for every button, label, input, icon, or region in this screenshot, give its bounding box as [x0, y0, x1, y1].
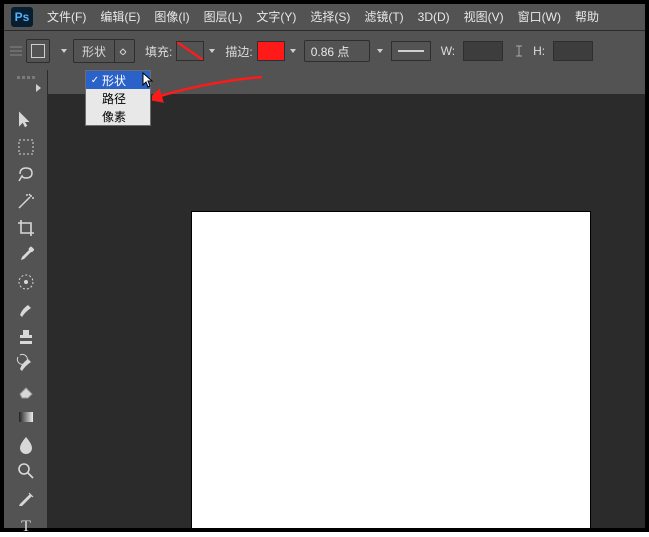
menu-item[interactable]: 图像(I)	[147, 4, 196, 30]
tool-indicator-dropdown-icon[interactable]	[61, 49, 67, 53]
menu-items: 文件(F)编辑(E)图像(I)图层(L)文字(Y)选择(S)滤镜(T)3D(D)…	[40, 4, 606, 30]
optionbar-grip[interactable]	[10, 46, 22, 56]
collapse-panel-icon[interactable]	[36, 84, 41, 92]
shape-mode-dropdown: ✓形状路径像素	[85, 70, 151, 126]
stroke-width-input[interactable]: 0.86 点	[304, 40, 370, 62]
fill-dropdown-icon[interactable]	[209, 49, 215, 53]
menu-item[interactable]: 图层(L)	[197, 4, 250, 30]
menu-item[interactable]: 选择(S)	[303, 4, 357, 30]
stroke-width-value: 0.86 点	[311, 43, 350, 60]
dodge-tool[interactable]	[12, 459, 40, 483]
dropdown-item-label: 路径	[102, 90, 126, 107]
eraser-tool[interactable]	[12, 378, 40, 402]
dropdown-item-label: 形状	[102, 72, 126, 89]
brush-tool[interactable]	[12, 297, 40, 321]
check-icon: ✓	[90, 75, 100, 86]
magic-wand-tool[interactable]	[12, 189, 40, 213]
link-wh-icon[interactable]	[513, 44, 525, 58]
canvas-area	[48, 94, 645, 528]
workspace: 未标 %(RGB/8) × T	[4, 70, 645, 528]
height-label: H:	[533, 44, 545, 58]
svg-text:Ps: Ps	[15, 10, 30, 24]
stroke-width-dropdown-icon[interactable]	[377, 49, 383, 53]
dropdown-item[interactable]: 像素	[86, 107, 150, 125]
menu-item[interactable]: 3D(D)	[411, 4, 457, 30]
dropdown-item[interactable]: 路径	[86, 89, 150, 107]
eyedropper-tool[interactable]	[12, 243, 40, 267]
app-logo: Ps	[10, 7, 34, 27]
document-canvas[interactable]	[191, 211, 591, 529]
stroke-swatch[interactable]	[257, 41, 285, 61]
healing-brush-tool[interactable]	[12, 270, 40, 294]
menu-item[interactable]: 文件(F)	[40, 4, 93, 30]
menu-item[interactable]: 滤镜(T)	[357, 4, 410, 30]
svg-text:T: T	[21, 518, 31, 535]
tool-panel-grip[interactable]	[12, 76, 39, 79]
crop-tool[interactable]	[12, 216, 40, 240]
fill-label: 填充:	[145, 43, 172, 60]
tool-panel: T	[4, 70, 48, 528]
dropdown-item[interactable]: ✓形状	[86, 71, 150, 89]
menu-item[interactable]: 视图(V)	[457, 4, 511, 30]
menu-item[interactable]: 帮助	[568, 4, 606, 30]
height-input[interactable]	[553, 41, 593, 61]
width-label: W:	[441, 44, 455, 58]
chevron-down-icon[interactable]	[114, 40, 131, 62]
type-tool[interactable]: T	[12, 513, 40, 537]
menu-item[interactable]: 文字(Y)	[249, 4, 303, 30]
width-input[interactable]	[463, 41, 503, 61]
history-brush-tool[interactable]	[12, 351, 40, 375]
pen-tool[interactable]	[12, 486, 40, 510]
fill-swatch[interactable]	[176, 41, 204, 61]
stroke-dropdown-icon[interactable]	[290, 49, 296, 53]
shape-mode-value: 形状	[74, 43, 114, 60]
tool-indicator[interactable]	[26, 39, 50, 63]
rectangle-icon	[31, 44, 45, 58]
solid-line-icon	[398, 50, 424, 52]
lasso-tool[interactable]	[12, 162, 40, 186]
option-bar: 形状 填充: 描边: 0.86 点 W: H:	[4, 31, 645, 72]
app-frame: Ps 文件(F)编辑(E)图像(I)图层(L)文字(Y)选择(S)滤镜(T)3D…	[0, 0, 649, 532]
blur-tool[interactable]	[12, 432, 40, 456]
gradient-tool[interactable]	[12, 405, 40, 429]
marquee-tool[interactable]	[12, 135, 40, 159]
stroke-label: 描边:	[225, 43, 252, 60]
clone-stamp-tool[interactable]	[12, 324, 40, 348]
dropdown-item-label: 像素	[102, 108, 126, 125]
stroke-style-swatch[interactable]	[391, 41, 431, 61]
menu-item[interactable]: 编辑(E)	[93, 4, 147, 30]
shape-mode-combo[interactable]: 形状	[73, 39, 135, 63]
menu-bar: Ps 文件(F)编辑(E)图像(I)图层(L)文字(Y)选择(S)滤镜(T)3D…	[4, 4, 645, 31]
menu-item[interactable]: 窗口(W)	[511, 4, 568, 30]
move-tool[interactable]	[12, 108, 40, 132]
